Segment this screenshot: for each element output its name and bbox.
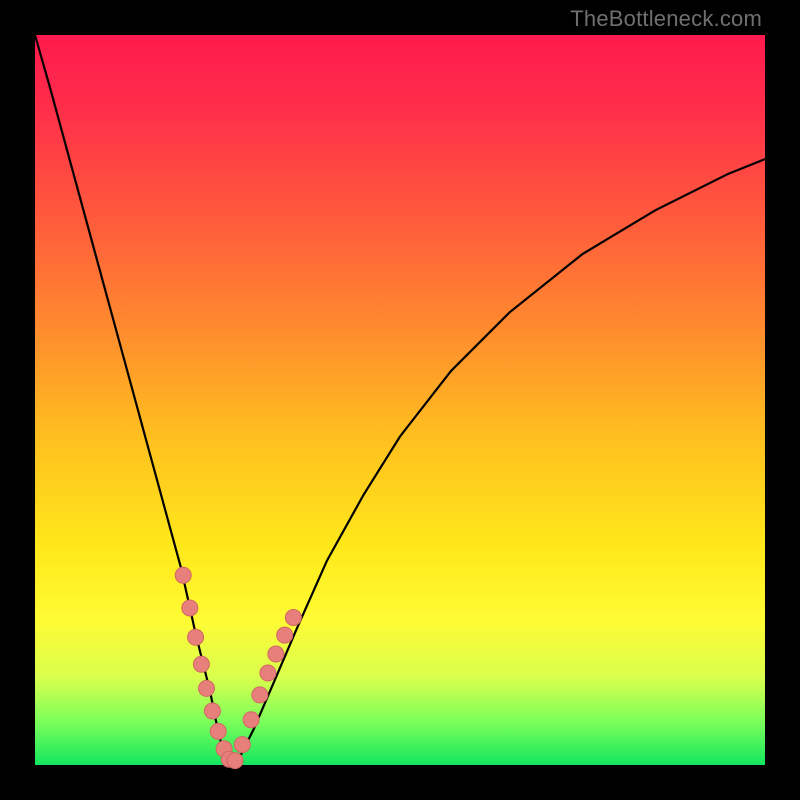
sample-dot bbox=[193, 656, 209, 672]
sample-dot bbox=[221, 751, 237, 767]
sample-dot bbox=[175, 567, 191, 583]
plot-area bbox=[35, 35, 765, 765]
sample-dot bbox=[204, 703, 220, 719]
sample-dot bbox=[260, 665, 276, 681]
bottleneck-curve bbox=[35, 35, 765, 765]
sample-dot bbox=[268, 646, 284, 662]
sample-dot bbox=[285, 610, 301, 626]
sample-dot bbox=[182, 600, 198, 616]
watermark-text: TheBottleneck.com bbox=[570, 6, 762, 32]
sample-dot bbox=[199, 680, 215, 696]
sample-dot bbox=[227, 753, 243, 769]
sample-dot bbox=[210, 723, 226, 739]
chart-frame: TheBottleneck.com bbox=[0, 0, 800, 800]
dot-group bbox=[175, 567, 301, 768]
sample-dot bbox=[234, 737, 250, 753]
sample-dot bbox=[188, 629, 204, 645]
sample-dot bbox=[216, 741, 232, 757]
sample-dot bbox=[243, 712, 259, 728]
curve-svg bbox=[35, 35, 765, 765]
sample-dot bbox=[252, 687, 268, 703]
sample-dot bbox=[277, 627, 293, 643]
